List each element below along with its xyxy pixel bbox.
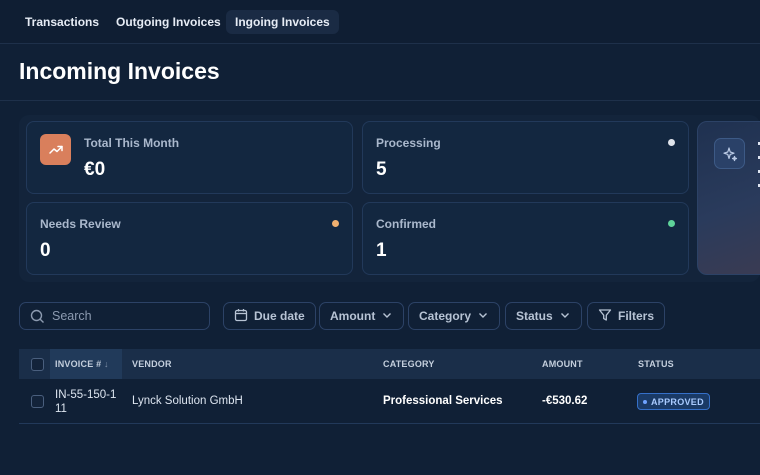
stat-value: 1 [376,240,387,261]
filter-label: Amount [330,309,376,323]
stat-card-needs-review: Needs Review 0 [26,202,353,275]
chevron-down-icon [477,309,489,324]
more-filters-button[interactable]: Filters [587,302,666,330]
calendar-icon [234,308,248,325]
table-row[interactable]: IN-55-150-1 11 Lynck Solution GmbH Profe… [19,379,760,424]
stat-label: Needs Review [40,217,121,231]
stat-value: 5 [376,159,387,180]
amount-filter-button[interactable]: Amount [319,302,405,330]
status-dot [668,220,675,227]
column-header-amount[interactable]: AMOUNT [542,359,583,369]
filter-icon [598,308,612,325]
row-checkbox[interactable] [31,395,44,408]
filter-label: Due date [254,309,305,323]
tab-ingoing-invoices[interactable]: Ingoing Invoices [226,10,339,34]
stat-value: €0 [84,159,106,180]
filter-label: Category [419,309,472,323]
filter-label: Filters [618,309,655,323]
invoice-number: IN-55-150-1 11 [55,389,117,415]
column-header-vendor[interactable]: VENDOR [132,359,172,369]
status-dot [643,399,647,404]
status-badge: APPROVED [637,393,710,410]
select-all-checkbox[interactable] [31,358,44,371]
column-header-category[interactable]: CATEGORY [383,359,435,369]
category-filter-button[interactable]: Category [408,302,501,330]
stat-label: Total This Month [84,136,180,150]
status-filter-button[interactable]: Status [505,302,582,330]
due-date-filter-button[interactable]: Due date [223,302,316,330]
filter-label: Status [516,309,553,323]
column-header-invoice[interactable]: INVOICE # ↓ [55,359,109,369]
search-icon [30,309,45,329]
sort-arrow-icon: ↓ [104,359,109,369]
tab-transactions[interactable]: Transactions [16,10,108,34]
column-header-status[interactable]: STATUS [638,359,674,369]
tab-bar: Transactions Outgoing Invoices Ingoing I… [0,0,760,44]
stat-label: Confirmed [376,217,436,231]
amount-cell: -€530.62 [542,395,588,407]
stat-card-total-month: Total This Month €0 [26,121,353,194]
search-input[interactable]: Search [19,302,210,330]
divider [0,100,760,101]
vendor-cell: Lynck Solution GmbH [132,395,243,407]
stat-value: 0 [40,240,51,261]
chevron-down-icon [559,309,571,324]
sparkles-icon [714,138,745,169]
status-dot [332,220,339,227]
tab-outgoing-invoices[interactable]: Outgoing Invoices [107,10,230,34]
stat-card-processing: Processing 5 [362,121,689,194]
category-cell: Professional Services [383,395,503,407]
stat-label: Processing [376,136,441,150]
status-dot [668,139,675,146]
table-header: INVOICE # ↓ VENDOR CATEGORY AMOUNT STATU… [19,349,760,379]
search-placeholder: Search [52,309,92,323]
chevron-down-icon [381,309,393,324]
trending-up-icon [40,134,71,165]
ai-insight-card[interactable] [697,121,760,275]
page-title: Incoming Invoices [19,58,220,84]
stat-card-confirmed: Confirmed 1 [362,202,689,275]
